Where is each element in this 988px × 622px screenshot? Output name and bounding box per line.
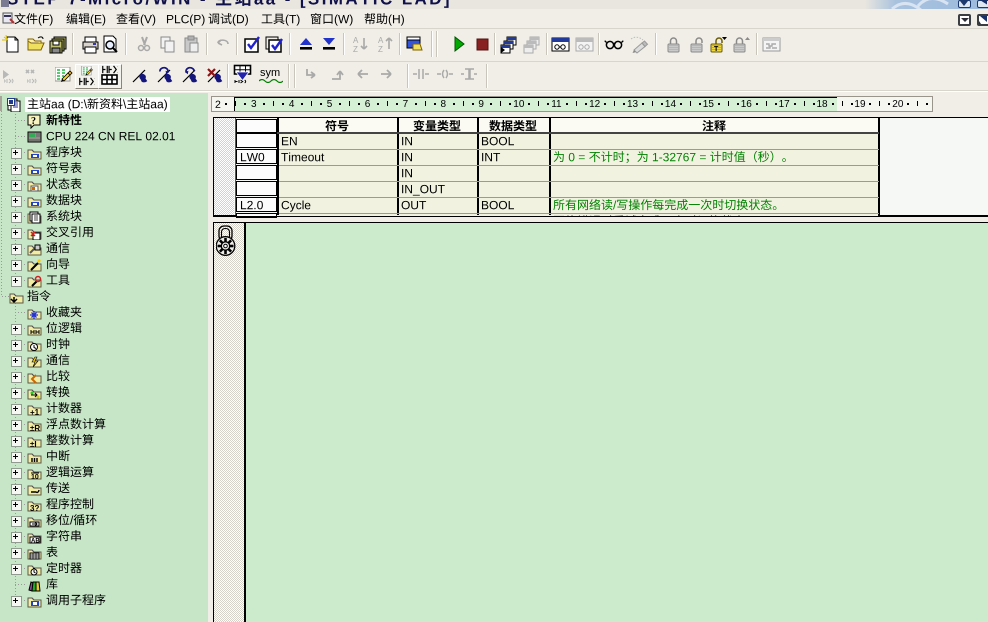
svg-text:3?: 3? xyxy=(30,504,39,512)
svg-text:+1: +1 xyxy=(30,408,40,416)
svg-text:±I: ±I xyxy=(30,440,37,448)
svg-text:±R: ±R xyxy=(30,424,40,432)
svg-text:Z: Z xyxy=(353,45,358,54)
svg-text:A: A xyxy=(353,36,359,45)
svg-text:10: 10 xyxy=(31,474,39,480)
svg-text:?: ? xyxy=(31,116,36,127)
svg-text:AB: AB xyxy=(31,538,40,544)
svg-text:A: A xyxy=(378,36,384,45)
svg-text:Z: Z xyxy=(378,45,383,54)
svg-text:T: T xyxy=(714,46,719,53)
